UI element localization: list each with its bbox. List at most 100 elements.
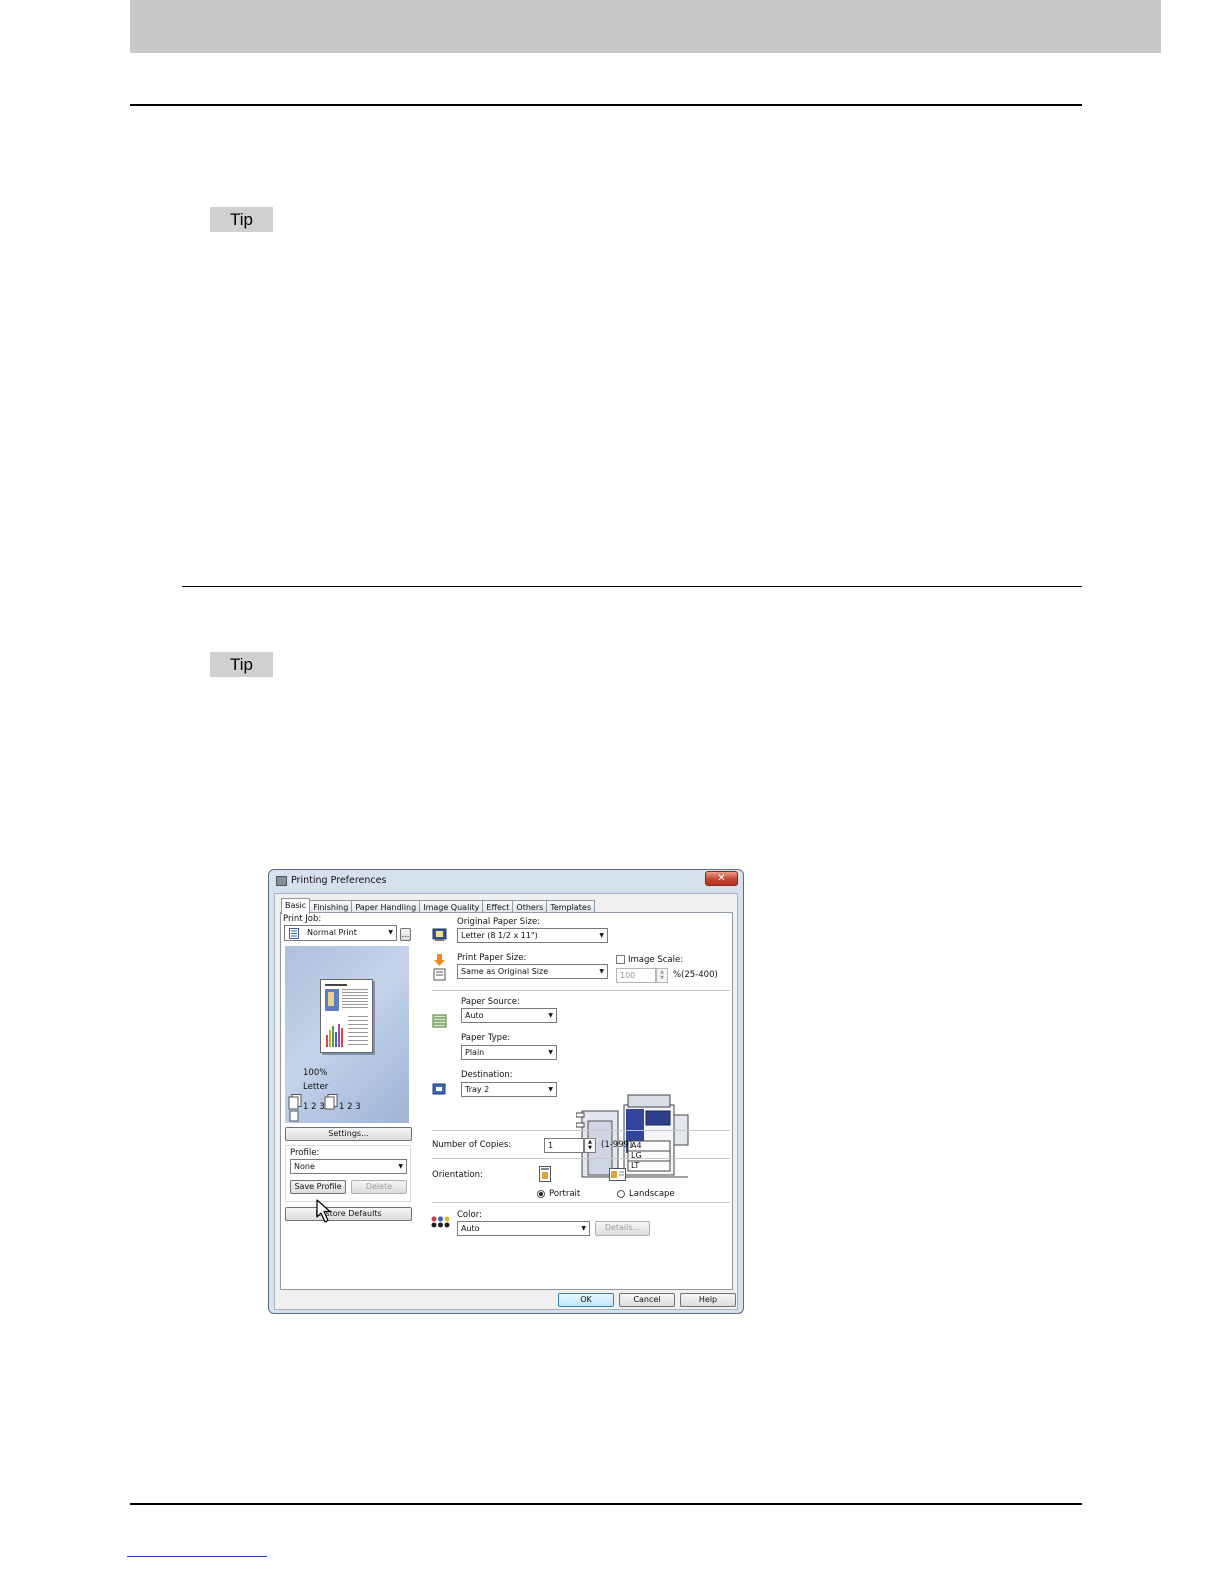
original-paper-size-label: Original Paper Size: [457, 917, 541, 927]
chevron-down-icon: ▼ [548, 1086, 553, 1093]
print-job-label: Print Job: [283, 914, 322, 924]
title-bar[interactable]: Printing Preferences ✕ [269, 870, 743, 892]
header-band [130, 0, 1161, 53]
ok-button[interactable]: OK [558, 1293, 614, 1307]
paper-source-value: Auto [465, 1011, 484, 1020]
color-label: Color: [457, 1210, 482, 1220]
paper-source-select[interactable]: Auto ▼ [461, 1008, 557, 1023]
close-icon: ✕ [717, 873, 726, 884]
profile-value: None [294, 1162, 315, 1171]
profile-label: Profile: [290, 1148, 320, 1158]
tray-label-lt: LT [631, 1161, 640, 1170]
portrait-icon [539, 1166, 551, 1182]
collate-stack-icon-2 [324, 1094, 338, 1110]
original-paper-size-select[interactable]: Letter (8 1/2 x 11") ▼ [457, 928, 608, 943]
image-scale-input[interactable]: 100 [616, 968, 656, 983]
print-paper-size-select[interactable]: Same as Original Size ▼ [457, 964, 608, 979]
chevron-down-icon: ▼ [548, 1049, 553, 1056]
image-scale-range: %(25-400) [673, 970, 718, 980]
print-preview: 100% Letter 1 2 3 1 2 3 [285, 946, 409, 1123]
dialog-title: Printing Preferences [291, 875, 387, 886]
destination-select[interactable]: Tray 2 ▼ [461, 1082, 557, 1097]
portrait-radio[interactable] [537, 1190, 545, 1198]
cancel-button[interactable]: Cancel [619, 1293, 675, 1307]
mouse-pointer-icon [316, 1199, 331, 1223]
paper-source-label: Paper Source: [461, 997, 520, 1007]
copies-input[interactable]: 1 [544, 1138, 584, 1153]
separator-2 [432, 1130, 730, 1131]
destination-value: Tray 2 [465, 1085, 490, 1094]
bottom-rule [130, 1503, 1082, 1505]
landscape-icon [609, 1168, 626, 1181]
help-button[interactable]: Help [680, 1293, 736, 1307]
chevron-down-icon: ▼ [548, 1012, 553, 1019]
restore-defaults-button[interactable]: Restore Defaults [285, 1207, 412, 1221]
preview-zoom: 100% [303, 1068, 328, 1078]
tip-label-2: Tip [210, 652, 273, 677]
tab-strip: Basic Finishing Paper Handling Image Qua… [281, 898, 595, 914]
tab-basic[interactable]: Basic [281, 898, 311, 914]
print-job-more-button[interactable]: ... [400, 928, 411, 941]
print-paper-size-value: Same as Original Size [461, 967, 549, 976]
portrait-label: Portrait [549, 1189, 581, 1199]
paper-type-select[interactable]: Plain ▼ [461, 1045, 557, 1060]
settings-button[interactable]: Settings... [285, 1127, 412, 1141]
destination-icon [432, 1083, 446, 1095]
image-scale-value: 100 [620, 971, 636, 980]
landscape-radio[interactable] [617, 1190, 625, 1198]
chevron-down-icon: ▼ [599, 932, 604, 939]
orientation-label: Orientation: [432, 1170, 483, 1180]
save-profile-button[interactable]: Save Profile [290, 1180, 346, 1194]
printer-machine-illustration: A4 LG LT [575, 1091, 696, 1181]
copies-label: Number of Copies: [432, 1140, 512, 1150]
top-rule [130, 104, 1082, 106]
separator-3 [432, 1158, 730, 1159]
color-dots-icon [431, 1216, 450, 1228]
destination-label: Destination: [461, 1070, 513, 1080]
chevron-down-icon: ▼ [398, 1163, 403, 1170]
document-icon [289, 928, 299, 939]
image-scale-checkbox[interactable] [616, 955, 625, 964]
color-select[interactable]: Auto ▼ [457, 1221, 590, 1236]
profile-select[interactable]: None ▼ [290, 1159, 407, 1174]
print-job-select[interactable]: Normal Print ▼ [284, 925, 397, 941]
delete-profile-button[interactable]: Delete [351, 1180, 407, 1194]
dialog-client: Basic Finishing Paper Handling Image Qua… [274, 893, 738, 1310]
copies-range: (1-999) [601, 1140, 633, 1150]
footer-link-underline [127, 1556, 267, 1557]
printing-preferences-dialog: Printing Preferences ✕ Basic Finishing P… [268, 869, 744, 1314]
image-scale-spinner[interactable]: ▲ ▼ [656, 968, 668, 983]
separator-4 [432, 1202, 730, 1203]
color-details-button[interactable]: Details... [595, 1221, 650, 1236]
print-paper-size-icon [433, 954, 446, 981]
print-paper-size-label: Print Paper Size: [457, 953, 527, 963]
original-paper-size-value: Letter (8 1/2 x 11") [461, 931, 538, 940]
original-paper-size-icon [432, 928, 447, 941]
basic-tab-panel: Print Job: Normal Print ▼ ... 100% Lette… [280, 912, 733, 1290]
page-thumbnail-icon [325, 984, 368, 1047]
collate-label-b: 1 2 3 [339, 1102, 361, 1112]
color-value: Auto [461, 1224, 480, 1233]
collate-label-a: 1 2 3 [303, 1102, 325, 1112]
copies-value: 1 [548, 1141, 554, 1150]
preview-page-thumbnail [320, 979, 373, 1053]
landscape-label: Landscape [629, 1189, 675, 1199]
preview-paper: Letter [303, 1082, 329, 1092]
chevron-down-icon: ▼ [388, 929, 393, 936]
tip-label-1: Tip [210, 207, 273, 232]
tray-label-a4: A4 [631, 1141, 642, 1150]
image-scale-label: Image Scale: [628, 955, 684, 965]
close-button[interactable]: ✕ [705, 871, 738, 886]
paper-type-label: Paper Type: [461, 1033, 511, 1043]
paper-source-icon [432, 1014, 447, 1028]
printer-icon [276, 876, 287, 886]
paper-type-value: Plain [465, 1048, 485, 1057]
radio-dot-icon [539, 1192, 543, 1196]
separator-1 [432, 990, 730, 991]
chevron-down-icon: ▼ [581, 1225, 586, 1232]
copies-spinner[interactable]: ▲ ▼ [584, 1138, 596, 1153]
chevron-down-icon: ▼ [599, 968, 604, 975]
print-job-value: Normal Print [307, 928, 357, 937]
collate-stack-icon [288, 1094, 302, 1122]
section-rule [182, 586, 1082, 587]
